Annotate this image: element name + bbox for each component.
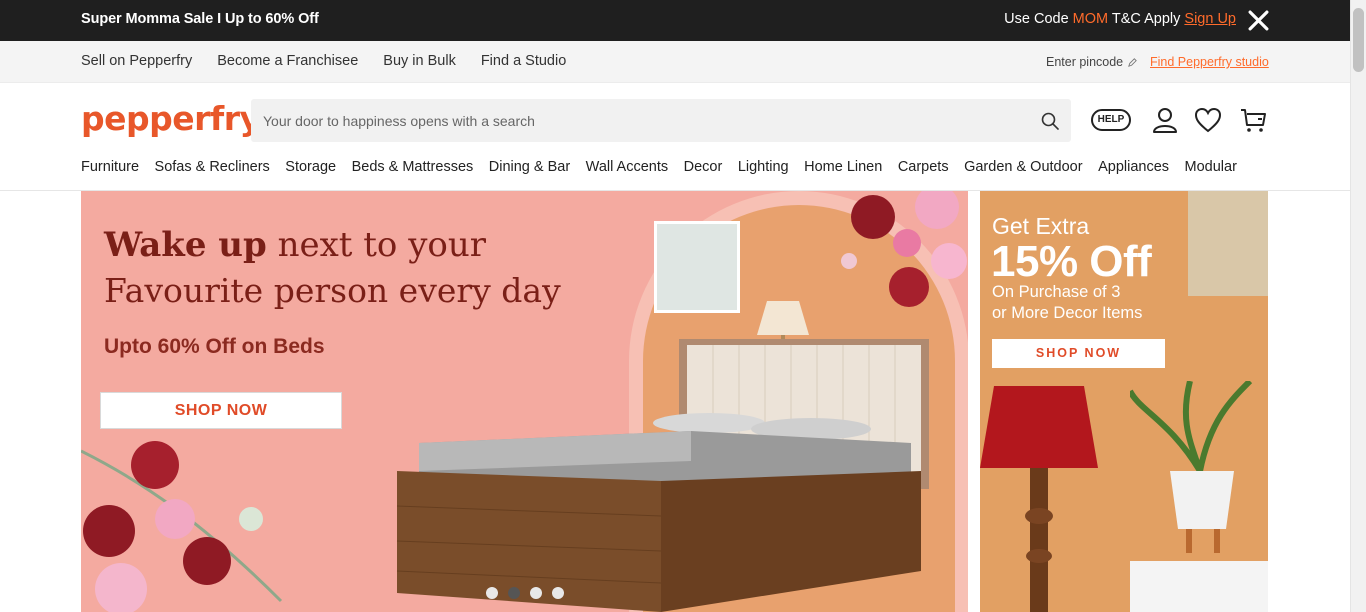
side-description: On Purchase of 3 or More Decor Items [992, 282, 1142, 324]
bed-illustration [396, 339, 929, 612]
promo-tc-label: T&C Apply [1108, 11, 1185, 27]
scrollbar-thumb[interactable] [1353, 8, 1364, 72]
promo-code-text: Use Code MOM T&C Apply Sign Up [1004, 11, 1236, 27]
wishlist-heart-icon[interactable] [1194, 106, 1222, 134]
search-icon[interactable] [1040, 111, 1060, 131]
promo-bar: Super Momma Sale I Up to 60% Off Use Cod… [0, 0, 1350, 41]
search-bar [251, 99, 1071, 142]
plant-illustration [1130, 381, 1268, 612]
promo-use-code-label: Use Code [1004, 11, 1073, 27]
flowers-top-right [841, 191, 967, 307]
side-discount: 15% Off [991, 237, 1152, 286]
pincode-label: Enter pincode [1046, 55, 1124, 69]
hero-title-rest: next to your [266, 225, 487, 265]
nav-wall-accents[interactable]: Wall Accents [586, 159, 668, 175]
carousel-dot-3[interactable] [530, 587, 542, 599]
help-button[interactable]: HELP [1091, 109, 1131, 131]
wall-art [654, 221, 740, 313]
hero-title-line2: Favourite person every day [104, 271, 561, 310]
search-input[interactable] [251, 99, 1031, 142]
nav-decor[interactable]: Decor [684, 159, 723, 175]
nav-dining-bar[interactable]: Dining & Bar [489, 159, 570, 175]
nav-furniture[interactable]: Furniture [81, 159, 139, 175]
side-headline: Get Extra [992, 213, 1090, 239]
lamp-illustration [980, 386, 1098, 612]
nav-beds-mattresses[interactable]: Beds & Mattresses [352, 159, 474, 175]
nav-modular[interactable]: Modular [1185, 159, 1237, 175]
side-shop-now-button[interactable]: SHOP NOW [992, 339, 1165, 368]
page-scrollbar[interactable] [1350, 0, 1366, 612]
pepperfry-logo[interactable]: pepperfry [81, 99, 261, 138]
hero-title-bold: Wake up [104, 225, 267, 265]
utility-bar: Sell on Pepperfry Become a Franchisee Bu… [0, 41, 1350, 83]
side-description-line2: or More Decor Items [992, 304, 1143, 322]
carousel-dots [486, 587, 564, 599]
pincode-button[interactable]: Enter pincode [1046, 55, 1138, 69]
find-studio-link[interactable]: Find a Studio [481, 53, 566, 69]
user-icon[interactable] [1151, 106, 1179, 134]
bulk-link[interactable]: Buy in Bulk [383, 53, 456, 69]
side-description-line1: On Purchase of 3 [992, 283, 1121, 301]
hero-banner[interactable]: Wake up next to your Favourite person ev… [81, 191, 968, 612]
carousel-dot-1[interactable] [486, 587, 498, 599]
hero-subtitle: Upto 60% Off on Beds [104, 335, 325, 358]
nav-appliances[interactable]: Appliances [1098, 159, 1169, 175]
carousel-dot-4[interactable] [552, 587, 564, 599]
nav-sofas-recliners[interactable]: Sofas & Recliners [155, 159, 270, 175]
cart-icon[interactable] [1239, 106, 1267, 134]
nav-carpets[interactable]: Carpets [898, 159, 949, 175]
nav-garden-outdoor[interactable]: Garden & Outdoor [964, 159, 1083, 175]
promo-text[interactable]: Super Momma Sale I Up to 60% Off [81, 11, 319, 27]
carousel-dot-2[interactable] [508, 587, 520, 599]
flowers-bottom-left [81, 441, 283, 612]
sell-link[interactable]: Sell on Pepperfry [81, 53, 192, 69]
pepperfry-studio-link[interactable]: Find Pepperfry studio [1150, 55, 1269, 69]
art-canvas [1188, 191, 1268, 296]
nav-lighting[interactable]: Lighting [738, 159, 789, 175]
franchisee-link[interactable]: Become a Franchisee [217, 53, 358, 69]
nav-home-linen[interactable]: Home Linen [804, 159, 882, 175]
side-banner[interactable]: Get Extra 15% Off On Purchase of 3 or Mo… [980, 191, 1268, 612]
nav-storage[interactable]: Storage [285, 159, 336, 175]
category-nav: Furniture Sofas & Recliners Storage Beds… [81, 159, 1237, 175]
utility-links: Sell on Pepperfry Become a Franchisee Bu… [81, 53, 566, 69]
pencil-icon [1128, 57, 1137, 67]
promo-code: MOM [1072, 11, 1109, 27]
hero-shop-now-button[interactable]: SHOP NOW [100, 392, 342, 429]
hero-title-line1: Wake up next to your [104, 225, 486, 265]
close-icon[interactable] [1248, 10, 1269, 31]
signup-link[interactable]: Sign Up [1184, 11, 1236, 27]
